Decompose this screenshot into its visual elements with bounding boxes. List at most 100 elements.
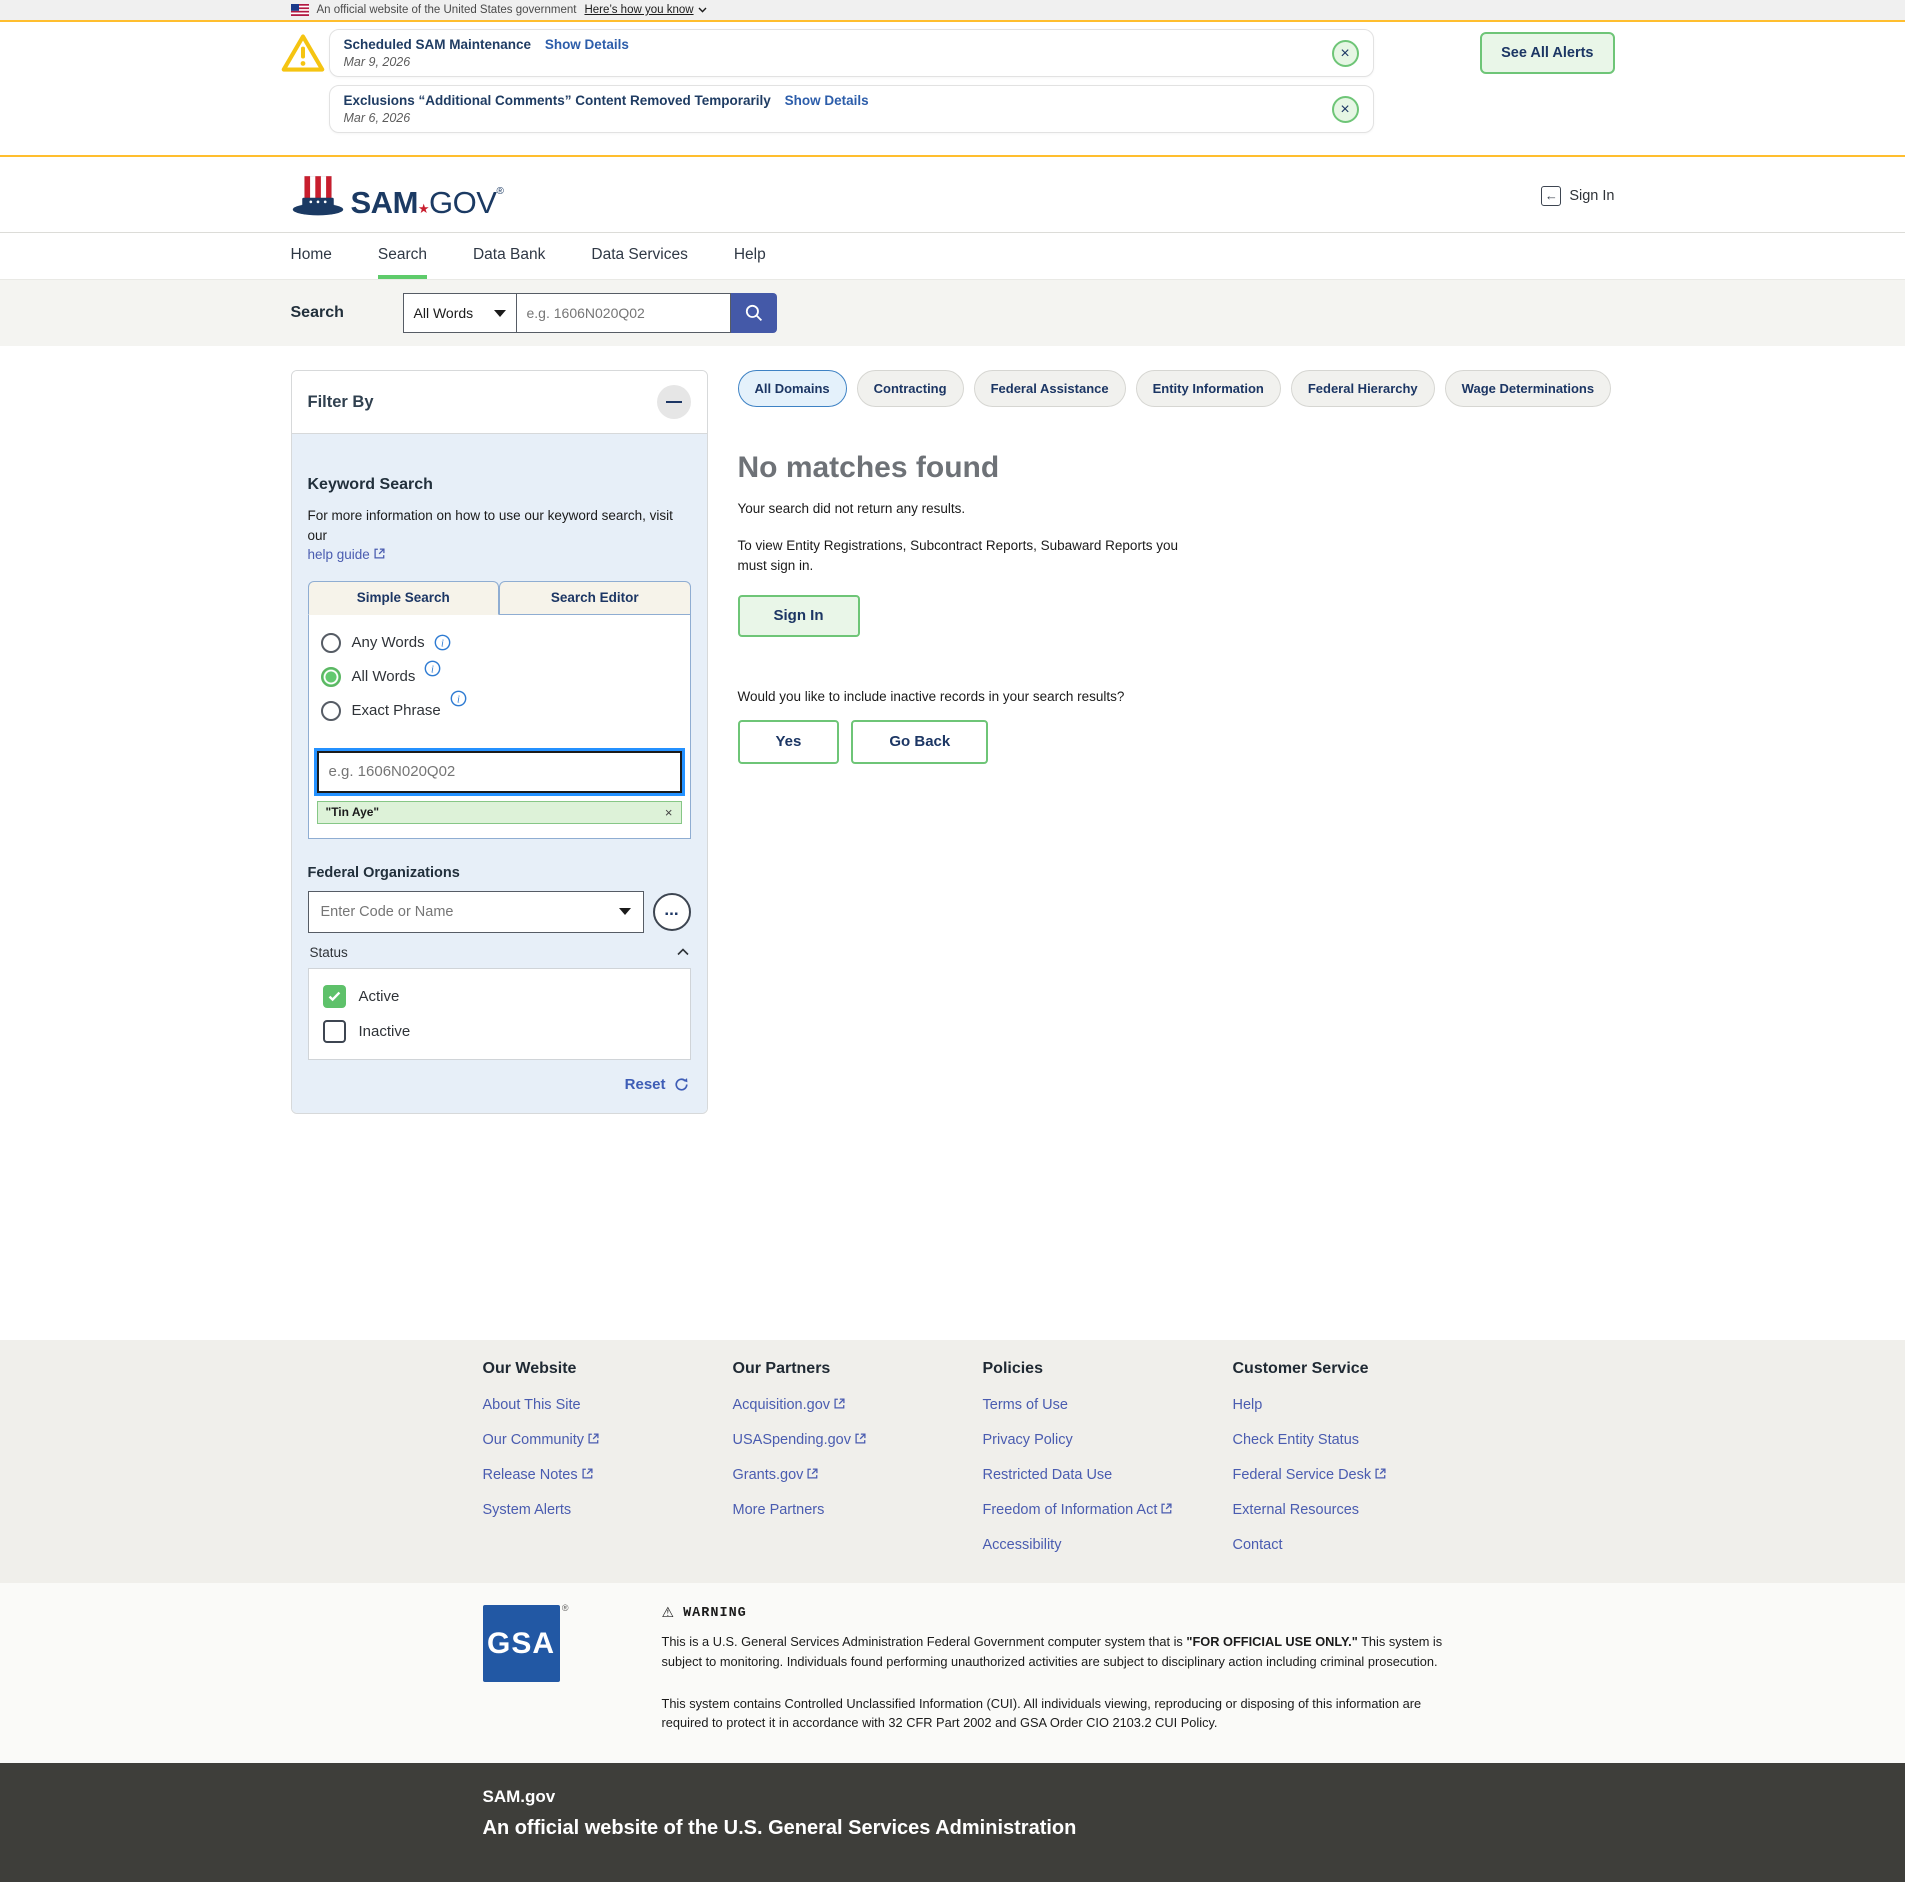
domain-tab-entity-information[interactable]: Entity Information bbox=[1136, 370, 1281, 407]
external-link-icon bbox=[588, 1433, 599, 1444]
domain-tab-contracting[interactable]: Contracting bbox=[857, 370, 964, 407]
footer-column-our-partners: Our Partners Acquisition.gov USASpending… bbox=[733, 1360, 983, 1553]
footer-column-title: Our Partners bbox=[733, 1360, 983, 1378]
footer-link-our-community[interactable]: Our Community bbox=[483, 1432, 733, 1448]
include-inactive-question: Would you like to include inactive recor… bbox=[738, 689, 1615, 704]
warning-triangle-icon bbox=[281, 32, 325, 74]
main-navigation: Home Search Data Bank Data Services Help bbox=[0, 232, 1905, 279]
footer-link-accessibility[interactable]: Accessibility bbox=[983, 1537, 1233, 1553]
checkbox-unchecked bbox=[323, 1020, 346, 1043]
registered-mark: ® bbox=[562, 1603, 569, 1613]
federal-organizations-title: Federal Organizations bbox=[308, 865, 691, 881]
top-search-input[interactable] bbox=[517, 293, 731, 333]
footer-link-acquisition-gov[interactable]: Acquisition.gov bbox=[733, 1397, 983, 1413]
domain-tab-wage-determinations[interactable]: Wage Determinations bbox=[1445, 370, 1611, 407]
sign-in-button[interactable]: Sign In bbox=[738, 595, 860, 637]
radio-exact-phrase[interactable]: Exact Phrase bbox=[321, 701, 682, 721]
go-back-button[interactable]: Go Back bbox=[851, 720, 988, 764]
help-guide-link[interactable]: help guide bbox=[308, 547, 385, 562]
external-link-icon bbox=[1375, 1468, 1386, 1479]
footer-link-foia[interactable]: Freedom of Information Act bbox=[983, 1502, 1233, 1518]
footer-site-name: SAM.gov bbox=[483, 1787, 1615, 1807]
see-all-alerts-button[interactable]: See All Alerts bbox=[1480, 32, 1614, 74]
nav-item-data-services[interactable]: Data Services bbox=[591, 233, 687, 279]
keyword-help-text: For more information on how to use our k… bbox=[308, 506, 691, 565]
footer-link-check-entity-status[interactable]: Check Entity Status bbox=[1233, 1432, 1483, 1448]
alert-date: Mar 9, 2026 bbox=[344, 55, 1332, 69]
external-link-icon bbox=[834, 1398, 845, 1409]
close-alert-button[interactable]: × bbox=[1332, 40, 1359, 67]
gov-banner: An official website of the United States… bbox=[0, 0, 1905, 22]
uncle-sam-hat-icon bbox=[291, 174, 345, 218]
footer-column-our-website: Our Website About This Site Our Communit… bbox=[483, 1360, 733, 1553]
sign-in-link[interactable]: ← Sign In bbox=[1541, 186, 1614, 206]
info-icon[interactable] bbox=[450, 690, 467, 707]
refresh-icon bbox=[674, 1077, 689, 1092]
external-link-icon bbox=[1161, 1503, 1172, 1514]
footer-link-privacy-policy[interactable]: Privacy Policy bbox=[983, 1432, 1233, 1448]
nav-item-help[interactable]: Help bbox=[734, 233, 766, 279]
brand-star-icon: ★ bbox=[418, 201, 429, 216]
banner-text: An official website of the United States… bbox=[317, 4, 577, 16]
keyword-search-input[interactable] bbox=[317, 751, 682, 793]
footer-link-help[interactable]: Help bbox=[1233, 1397, 1483, 1413]
top-search-band: Search All Words bbox=[0, 279, 1905, 346]
footer-link-usaspending-gov[interactable]: USASpending.gov bbox=[733, 1432, 983, 1448]
reset-filters[interactable]: Reset bbox=[310, 1076, 689, 1093]
checkbox-checked bbox=[323, 985, 346, 1008]
domain-tab-all-domains[interactable]: All Domains bbox=[738, 370, 847, 407]
sign-in-arrow-icon: ← bbox=[1541, 186, 1561, 206]
search-submit-button[interactable] bbox=[731, 293, 777, 333]
footer-link-terms-of-use[interactable]: Terms of Use bbox=[983, 1397, 1233, 1413]
tab-simple-search[interactable]: Simple Search bbox=[308, 581, 500, 615]
footer-link-external-resources[interactable]: External Resources bbox=[1233, 1502, 1483, 1518]
tab-search-editor[interactable]: Search Editor bbox=[499, 581, 691, 615]
remove-chip-button[interactable]: × bbox=[665, 805, 673, 820]
search-results: All Domains Contracting Federal Assistan… bbox=[738, 370, 1615, 764]
check-icon bbox=[328, 991, 341, 1002]
radio-circle bbox=[321, 667, 341, 687]
external-link-icon bbox=[374, 548, 385, 559]
nav-item-home[interactable]: Home bbox=[291, 233, 332, 279]
radio-any-words[interactable]: Any Words bbox=[321, 633, 682, 653]
status-section-toggle[interactable]: Status bbox=[310, 945, 689, 960]
footer-link-grants-gov[interactable]: Grants.gov bbox=[733, 1467, 983, 1483]
domain-tab-federal-hierarchy[interactable]: Federal Hierarchy bbox=[1291, 370, 1435, 407]
alert-row: Scheduled SAM Maintenance Show Details M… bbox=[291, 29, 1615, 77]
footer-link-more-partners[interactable]: More Partners bbox=[733, 1502, 983, 1518]
warning-paragraph-2: This system contains Controlled Unclassi… bbox=[662, 1694, 1452, 1734]
footer-link-about-this-site[interactable]: About This Site bbox=[483, 1397, 733, 1413]
us-flag-icon bbox=[291, 4, 309, 16]
footer-link-release-notes[interactable]: Release Notes bbox=[483, 1467, 733, 1483]
alert-maintenance: Scheduled SAM Maintenance Show Details M… bbox=[329, 29, 1374, 77]
footer-link-contact[interactable]: Contact bbox=[1233, 1537, 1483, 1553]
checkbox-active[interactable]: Active bbox=[323, 985, 676, 1008]
footer-column-title: Customer Service bbox=[1233, 1360, 1483, 1378]
search-mode-select[interactable]: All Words bbox=[403, 293, 517, 333]
heres-how-you-know-link[interactable]: Here’s how you know bbox=[584, 4, 706, 16]
checkbox-inactive[interactable]: Inactive bbox=[323, 1020, 676, 1043]
more-options-button[interactable]: ... bbox=[653, 893, 691, 931]
main-content: Filter By Keyword Search For more inform… bbox=[0, 346, 1905, 1340]
warning-triangle-icon: ⚠ bbox=[662, 1605, 676, 1621]
show-details-link[interactable]: Show Details bbox=[785, 93, 869, 108]
nav-item-search[interactable]: Search bbox=[378, 233, 427, 279]
external-link-icon bbox=[855, 1433, 866, 1444]
footer-link-restricted-data-use[interactable]: Restricted Data Use bbox=[983, 1467, 1233, 1483]
footer-link-federal-service-desk[interactable]: Federal Service Desk bbox=[1233, 1467, 1483, 1483]
warning-heading: ⚠ WARNING bbox=[662, 1605, 1452, 1621]
footer-link-system-alerts[interactable]: System Alerts bbox=[483, 1502, 733, 1518]
sam-gov-logo[interactable]: SAM★GOV® bbox=[291, 174, 504, 218]
federal-organizations-select[interactable]: Enter Code or Name bbox=[308, 891, 644, 933]
info-icon[interactable] bbox=[434, 634, 451, 651]
domain-tab-federal-assistance[interactable]: Federal Assistance bbox=[974, 370, 1126, 407]
close-alert-button[interactable]: × bbox=[1332, 96, 1359, 123]
info-icon[interactable] bbox=[424, 660, 441, 677]
radio-all-words[interactable]: All Words bbox=[321, 667, 682, 687]
status-options-box: Active Inactive bbox=[308, 968, 691, 1060]
collapse-filters-button[interactable] bbox=[657, 385, 691, 419]
no-matches-heading: No matches found bbox=[738, 451, 1615, 485]
nav-item-data-bank[interactable]: Data Bank bbox=[473, 233, 545, 279]
yes-button[interactable]: Yes bbox=[738, 720, 840, 764]
show-details-link[interactable]: Show Details bbox=[545, 37, 629, 52]
